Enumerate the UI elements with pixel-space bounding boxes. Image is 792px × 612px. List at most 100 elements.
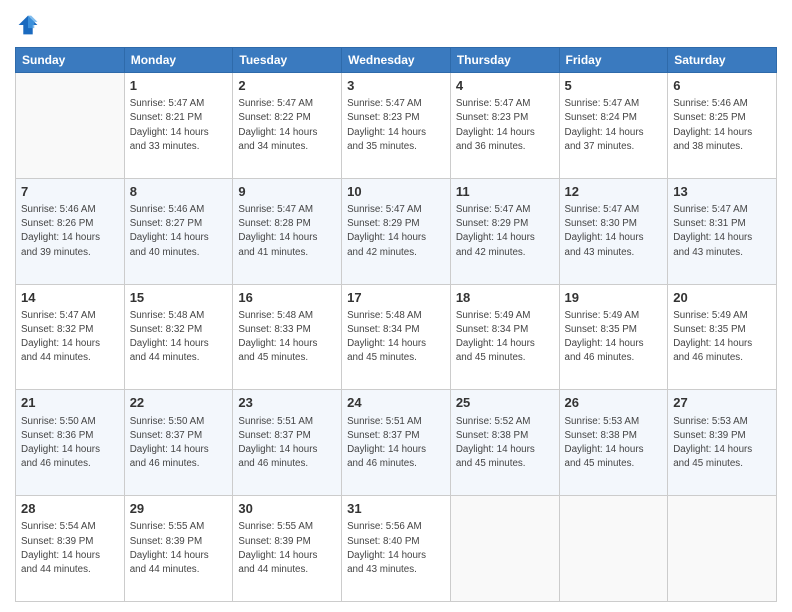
day-info: Sunrise: 5:46 AMSunset: 8:26 PMDaylight:… bbox=[21, 203, 119, 260]
logo bbox=[15, 14, 39, 41]
day-info: Sunrise: 5:47 AMSunset: 8:21 PMDaylight:… bbox=[130, 97, 228, 154]
calendar-cell: 25 Sunrise: 5:52 AMSunset: 8:38 PMDayligh… bbox=[450, 390, 559, 496]
calendar-cell: 27 Sunrise: 5:53 AMSunset: 8:39 PMDayligh… bbox=[668, 390, 777, 496]
day-number: 6 bbox=[673, 77, 771, 95]
day-info: Sunrise: 5:52 AMSunset: 8:38 PMDaylight:… bbox=[456, 415, 554, 472]
day-number: 1 bbox=[130, 77, 228, 95]
day-info: Sunrise: 5:50 AMSunset: 8:36 PMDaylight:… bbox=[21, 415, 119, 472]
day-info: Sunrise: 5:47 AMSunset: 8:31 PMDaylight:… bbox=[673, 203, 771, 260]
day-info: Sunrise: 5:49 AMSunset: 8:34 PMDaylight:… bbox=[456, 309, 554, 366]
logo-icon bbox=[17, 14, 39, 36]
calendar-cell: 15 Sunrise: 5:48 AMSunset: 8:32 PMDayligh… bbox=[124, 284, 233, 390]
weekday-header-sunday: Sunday bbox=[16, 48, 125, 73]
day-number: 23 bbox=[238, 394, 336, 412]
weekday-header-thursday: Thursday bbox=[450, 48, 559, 73]
day-info: Sunrise: 5:47 AMSunset: 8:22 PMDaylight:… bbox=[238, 97, 336, 154]
calendar-cell: 23 Sunrise: 5:51 AMSunset: 8:37 PMDayligh… bbox=[233, 390, 342, 496]
calendar-cell: 3 Sunrise: 5:47 AMSunset: 8:23 PMDaylight… bbox=[342, 73, 451, 179]
page: SundayMondayTuesdayWednesdayThursdayFrid… bbox=[0, 0, 792, 612]
day-info: Sunrise: 5:48 AMSunset: 8:34 PMDaylight:… bbox=[347, 309, 445, 366]
day-info: Sunrise: 5:49 AMSunset: 8:35 PMDaylight:… bbox=[565, 309, 663, 366]
day-info: Sunrise: 5:53 AMSunset: 8:39 PMDaylight:… bbox=[673, 415, 771, 472]
weekday-header-tuesday: Tuesday bbox=[233, 48, 342, 73]
calendar-week-row: 28Sunrise: 5:54 AMSunset: 8:39 PMDayligh… bbox=[16, 496, 777, 602]
day-number: 16 bbox=[238, 289, 336, 307]
calendar-cell bbox=[668, 496, 777, 602]
day-number: 10 bbox=[347, 183, 445, 201]
day-info: Sunrise: 5:56 AMSunset: 8:40 PMDaylight:… bbox=[347, 520, 445, 577]
day-number: 7 bbox=[21, 183, 119, 201]
calendar-week-row: 14 Sunrise: 5:47 AMSunset: 8:32 PMDayligh… bbox=[16, 284, 777, 390]
day-info: Sunrise: 5:46 AMSunset: 8:25 PMDaylight:… bbox=[673, 97, 771, 154]
calendar-cell: 4 Sunrise: 5:47 AMSunset: 8:23 PMDaylight… bbox=[450, 73, 559, 179]
day-info: Sunrise: 5:50 AMSunset: 8:37 PMDaylight:… bbox=[130, 415, 228, 472]
day-number: 22 bbox=[130, 394, 228, 412]
day-number: 11 bbox=[456, 183, 554, 201]
day-number: 15 bbox=[130, 289, 228, 307]
day-number: 19 bbox=[565, 289, 663, 307]
calendar-cell: 6 Sunrise: 5:46 AMSunset: 8:25 PMDaylight… bbox=[668, 73, 777, 179]
weekday-header-saturday: Saturday bbox=[668, 48, 777, 73]
calendar-cell: 8 Sunrise: 5:46 AMSunset: 8:27 PMDaylight… bbox=[124, 178, 233, 284]
day-number: 2 bbox=[238, 77, 336, 95]
day-info: Sunrise: 5:47 AMSunset: 8:24 PMDaylight:… bbox=[565, 97, 663, 154]
calendar-cell: 9Sunrise: 5:47 AMSunset: 8:28 PMDaylight… bbox=[233, 178, 342, 284]
day-number: 8 bbox=[130, 183, 228, 201]
calendar-cell: 18 Sunrise: 5:49 AMSunset: 8:34 PMDayligh… bbox=[450, 284, 559, 390]
day-info: Sunrise: 5:53 AMSunset: 8:38 PMDaylight:… bbox=[565, 415, 663, 472]
day-info: Sunrise: 5:47 AMSunset: 8:29 PMDaylight:… bbox=[347, 203, 445, 260]
day-number: 24 bbox=[347, 394, 445, 412]
day-number: 17 bbox=[347, 289, 445, 307]
day-info: Sunrise: 5:46 AMSunset: 8:27 PMDaylight:… bbox=[130, 203, 228, 260]
day-info: Sunrise: 5:49 AMSunset: 8:35 PMDaylight:… bbox=[673, 309, 771, 366]
calendar-table: SundayMondayTuesdayWednesdayThursdayFrid… bbox=[15, 47, 777, 602]
weekday-header-row: SundayMondayTuesdayWednesdayThursdayFrid… bbox=[16, 48, 777, 73]
calendar-cell: 1 Sunrise: 5:47 AMSunset: 8:21 PMDaylight… bbox=[124, 73, 233, 179]
day-number: 14 bbox=[21, 289, 119, 307]
day-number: 12 bbox=[565, 183, 663, 201]
calendar-cell: 20Sunrise: 5:49 AMSunset: 8:35 PMDayligh… bbox=[668, 284, 777, 390]
day-info: Sunrise: 5:47 AMSunset: 8:28 PMDaylight:… bbox=[238, 203, 336, 260]
day-number: 5 bbox=[565, 77, 663, 95]
day-number: 27 bbox=[673, 394, 771, 412]
calendar-cell: 22 Sunrise: 5:50 AMSunset: 8:37 PMDayligh… bbox=[124, 390, 233, 496]
day-number: 4 bbox=[456, 77, 554, 95]
day-info: Sunrise: 5:48 AMSunset: 8:33 PMDaylight:… bbox=[238, 309, 336, 366]
day-info: Sunrise: 5:47 AMSunset: 8:29 PMDaylight:… bbox=[456, 203, 554, 260]
day-info: Sunrise: 5:55 AMSunset: 8:39 PMDaylight:… bbox=[130, 520, 228, 577]
day-number: 18 bbox=[456, 289, 554, 307]
day-info: Sunrise: 5:48 AMSunset: 8:32 PMDaylight:… bbox=[130, 309, 228, 366]
calendar-cell: 14 Sunrise: 5:47 AMSunset: 8:32 PMDayligh… bbox=[16, 284, 125, 390]
calendar-cell: 5 Sunrise: 5:47 AMSunset: 8:24 PMDaylight… bbox=[559, 73, 668, 179]
weekday-header-friday: Friday bbox=[559, 48, 668, 73]
calendar-cell: 2 Sunrise: 5:47 AMSunset: 8:22 PMDaylight… bbox=[233, 73, 342, 179]
day-number: 29 bbox=[130, 500, 228, 518]
calendar-cell: 30 Sunrise: 5:55 AMSunset: 8:39 PMDayligh… bbox=[233, 496, 342, 602]
calendar-cell: 13Sunrise: 5:47 AMSunset: 8:31 PMDayligh… bbox=[668, 178, 777, 284]
day-number: 25 bbox=[456, 394, 554, 412]
day-number: 28 bbox=[21, 500, 119, 518]
day-info: Sunrise: 5:51 AMSunset: 8:37 PMDaylight:… bbox=[347, 415, 445, 472]
calendar-cell: 17 Sunrise: 5:48 AMSunset: 8:34 PMDayligh… bbox=[342, 284, 451, 390]
calendar-cell: 12 Sunrise: 5:47 AMSunset: 8:30 PMDayligh… bbox=[559, 178, 668, 284]
calendar-cell: 29 Sunrise: 5:55 AMSunset: 8:39 PMDayligh… bbox=[124, 496, 233, 602]
day-info: Sunrise: 5:47 AMSunset: 8:23 PMDaylight:… bbox=[347, 97, 445, 154]
day-info: Sunrise: 5:47 AMSunset: 8:32 PMDaylight:… bbox=[21, 309, 119, 366]
day-info: Sunrise: 5:47 AMSunset: 8:30 PMDaylight:… bbox=[565, 203, 663, 260]
day-number: 3 bbox=[347, 77, 445, 95]
calendar-cell bbox=[450, 496, 559, 602]
day-info: Sunrise: 5:55 AMSunset: 8:39 PMDaylight:… bbox=[238, 520, 336, 577]
calendar-week-row: 21Sunrise: 5:50 AMSunset: 8:36 PMDayligh… bbox=[16, 390, 777, 496]
weekday-header-monday: Monday bbox=[124, 48, 233, 73]
day-number: 30 bbox=[238, 500, 336, 518]
day-info: Sunrise: 5:47 AMSunset: 8:23 PMDaylight:… bbox=[456, 97, 554, 154]
calendar-cell: 16 Sunrise: 5:48 AMSunset: 8:33 PMDayligh… bbox=[233, 284, 342, 390]
calendar-cell: 10 Sunrise: 5:47 AMSunset: 8:29 PMDayligh… bbox=[342, 178, 451, 284]
calendar-cell: 28Sunrise: 5:54 AMSunset: 8:39 PMDayligh… bbox=[16, 496, 125, 602]
calendar-cell: 11 Sunrise: 5:47 AMSunset: 8:29 PMDayligh… bbox=[450, 178, 559, 284]
calendar-cell: 7 Sunrise: 5:46 AMSunset: 8:26 PMDaylight… bbox=[16, 178, 125, 284]
calendar-cell bbox=[559, 496, 668, 602]
day-number: 26 bbox=[565, 394, 663, 412]
day-number: 31 bbox=[347, 500, 445, 518]
day-info: Sunrise: 5:51 AMSunset: 8:37 PMDaylight:… bbox=[238, 415, 336, 472]
